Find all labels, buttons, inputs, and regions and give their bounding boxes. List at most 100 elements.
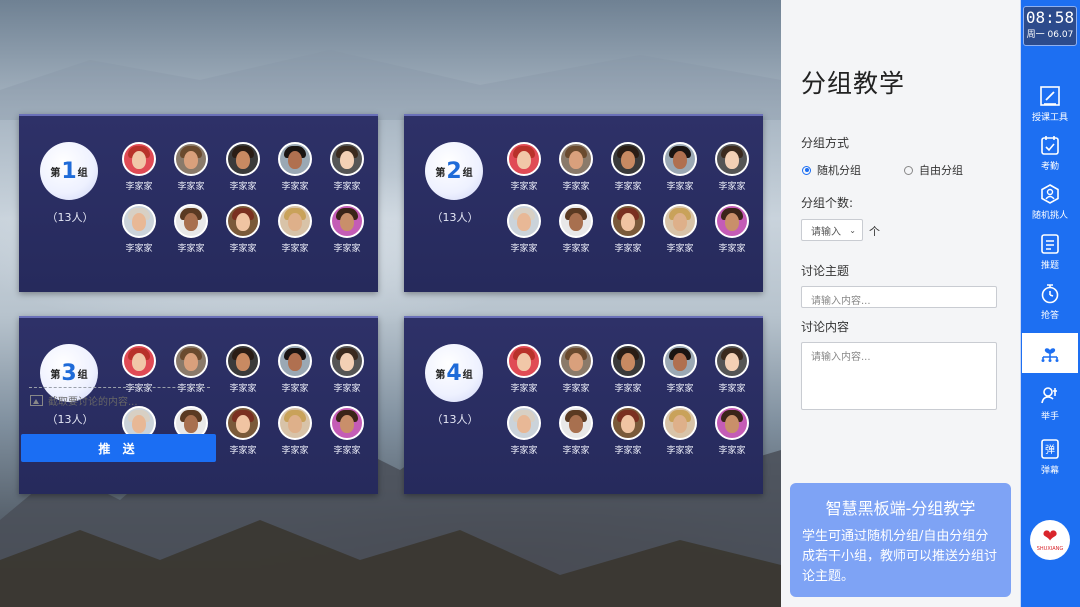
topic-input[interactable]: 请输入内容... <box>801 286 997 308</box>
member-name: 李家家 <box>281 244 309 254</box>
member-name: 李家家 <box>229 182 257 192</box>
badge-prefix: 第 <box>50 167 61 179</box>
group-count-select[interactable]: 请输入 ⌄ <box>801 219 863 241</box>
member-item[interactable]: 李家家 <box>321 204 373 254</box>
avatar <box>122 344 156 378</box>
member-item[interactable]: 李家家 <box>498 142 550 192</box>
toolbar-bullet-comments[interactable]: 弹 弹幕 <box>1022 438 1078 476</box>
member-item[interactable]: 李家家 <box>498 204 550 254</box>
group-count-unit: 个 <box>869 225 880 238</box>
logo-text: SHUXIANG <box>1036 546 1064 552</box>
member-name: 李家家 <box>125 244 153 254</box>
member-name: 李家家 <box>281 182 309 192</box>
avatar <box>174 204 208 238</box>
select-placeholder: 请输入 <box>811 226 841 238</box>
heart-logo-icon: ❤ <box>1042 526 1058 547</box>
avatar <box>174 344 208 378</box>
member-item[interactable]: 李家家 <box>165 142 217 192</box>
clock-widget: 08:58 周一 06.07 <box>1023 6 1077 46</box>
group-number-badge: 第1组 <box>40 142 98 200</box>
member-name: 李家家 <box>229 384 257 394</box>
member-item[interactable]: 李家家 <box>113 142 165 192</box>
toolbar-random-pick[interactable]: 随机挑人 <box>1022 183 1078 221</box>
toolbar-label: 推题 <box>1040 261 1059 271</box>
group-number-badge: 第2组 <box>425 142 483 200</box>
member-name: 李家家 <box>510 384 538 394</box>
member-name: 李家家 <box>666 446 694 456</box>
member-item[interactable]: 李家家 <box>654 204 706 254</box>
member-item[interactable]: 李家家 <box>654 142 706 192</box>
member-item[interactable]: 李家家 <box>269 406 321 456</box>
member-item[interactable]: 李家家 <box>113 204 165 254</box>
member-item[interactable]: 李家家 <box>165 204 217 254</box>
member-name: 李家家 <box>666 182 694 192</box>
avatar <box>559 204 593 238</box>
member-item[interactable]: 李家家 <box>269 142 321 192</box>
member-name: 李家家 <box>510 244 538 254</box>
raise-hand-icon <box>1041 387 1057 404</box>
member-item[interactable]: 李家家 <box>550 204 602 254</box>
callout-title: 智慧黑板端-分组教学 <box>825 499 976 518</box>
toolbar-teaching-tools[interactable]: 授课工具 <box>1022 85 1078 123</box>
member-item[interactable]: 李家家 <box>706 406 758 456</box>
toolbar-raise-hand[interactable]: 举手 <box>1022 384 1078 422</box>
member-item[interactable]: 李家家 <box>602 142 654 192</box>
member-item[interactable]: 李家家 <box>217 344 269 394</box>
screenshot-capture-button[interactable]: 截取要讨论的内容... <box>30 393 138 408</box>
member-item[interactable]: 李家家 <box>602 344 654 394</box>
member-name: 李家家 <box>177 182 205 192</box>
avatar <box>507 344 541 378</box>
member-item[interactable]: 李家家 <box>706 142 758 192</box>
group-teaching-icon <box>1041 347 1059 362</box>
member-name: 李家家 <box>614 244 642 254</box>
member-item[interactable]: 李家家 <box>654 344 706 394</box>
member-item[interactable]: 李家家 <box>321 142 373 192</box>
toolbar-push-question[interactable]: 推题 <box>1022 233 1078 271</box>
badge-prefix: 第 <box>435 167 446 179</box>
member-item[interactable]: 李家家 <box>706 204 758 254</box>
toolbar-quick-answer[interactable]: 抢答 <box>1022 283 1078 321</box>
toolbar-label: 举手 <box>1040 412 1059 422</box>
member-item[interactable]: 李家家 <box>321 344 373 394</box>
avatar <box>663 344 697 378</box>
avatar <box>663 142 697 176</box>
group-card-4[interactable]: 第4组 （13人） 李家家 李家家 李家家 李家家 李家家 李家家 李家家 李家家 李家家 李家家 <box>404 316 763 494</box>
member-item[interactable]: 李家家 <box>498 344 550 394</box>
member-item[interactable]: 李家家 <box>269 344 321 394</box>
member-item[interactable]: 李家家 <box>217 406 269 456</box>
avatar <box>559 406 593 440</box>
member-item[interactable]: 李家家 <box>217 204 269 254</box>
member-item[interactable]: 李家家 <box>550 344 602 394</box>
content-textarea[interactable]: 请输入内容... <box>801 342 997 410</box>
toolbar-attendance[interactable]: 考勤 <box>1022 134 1078 172</box>
radio-random-grouping[interactable]: 随机分组 <box>802 162 861 178</box>
topic-label: 讨论主题 <box>801 264 850 278</box>
member-name: 李家家 <box>562 182 590 192</box>
content-label: 讨论内容 <box>801 320 850 334</box>
member-item[interactable]: 李家家 <box>550 406 602 456</box>
member-item[interactable]: 李家家 <box>269 204 321 254</box>
send-button[interactable]: 推 送 <box>21 434 216 462</box>
member-name: 李家家 <box>281 384 309 394</box>
member-name: 李家家 <box>666 384 694 394</box>
member-item[interactable]: 李家家 <box>498 406 550 456</box>
toolbar-label: 考勤 <box>1040 162 1059 172</box>
member-item[interactable]: 李家家 <box>550 142 602 192</box>
content-divider <box>29 387 210 388</box>
group-card-2[interactable]: 第2组 （13人） 李家家 李家家 李家家 李家家 李家家 李家家 李家家 李家家 李家家 李家家 <box>404 114 763 292</box>
avatar <box>226 204 260 238</box>
member-item[interactable]: 李家家 <box>654 406 706 456</box>
avatar <box>330 142 364 176</box>
member-item[interactable]: 李家家 <box>321 406 373 456</box>
member-item[interactable]: 李家家 <box>602 204 654 254</box>
member-item[interactable]: 李家家 <box>602 406 654 456</box>
member-item[interactable]: 李家家 <box>217 142 269 192</box>
avatar <box>226 406 260 440</box>
group-card-1[interactable]: 第1组 （13人） 李家家 李家家 李家家 李家家 李家家 李家家 李家家 李家家 李家家 李家家 <box>19 114 378 292</box>
radio-free-grouping[interactable]: 自由分组 <box>904 162 963 178</box>
member-item[interactable]: 李家家 <box>706 344 758 394</box>
chevron-down-icon: ⌄ <box>849 225 856 235</box>
toolbar-group-teaching[interactable] <box>1022 333 1078 373</box>
badge-suffix: 组 <box>77 167 88 179</box>
member-grid: 李家家李家家李家家李家家李家家李家家李家家李家家李家家李家家 <box>113 142 375 254</box>
